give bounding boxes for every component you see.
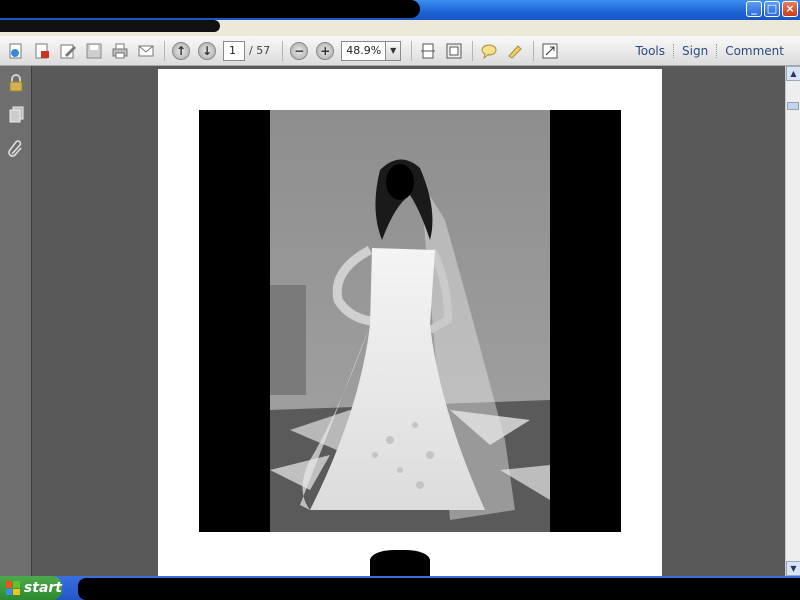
taskbar: start xyxy=(0,576,800,600)
print-icon[interactable] xyxy=(110,41,130,61)
sign-link[interactable]: Sign xyxy=(673,44,716,58)
page-count: 57 xyxy=(256,44,271,57)
email-icon[interactable] xyxy=(136,41,156,61)
toolbar-links: Tools Sign Comment xyxy=(627,36,792,66)
scroll-thumb[interactable] xyxy=(787,102,799,110)
page-number-input[interactable]: 1 xyxy=(223,40,245,61)
windows-flag-icon xyxy=(6,581,20,595)
next-page-icon[interactable]: ↓ xyxy=(197,41,217,61)
create-pdf-icon[interactable] xyxy=(6,41,26,61)
chevron-down-icon[interactable]: ▼ xyxy=(385,40,402,61)
fit-width-icon[interactable] xyxy=(444,41,464,61)
maximize-button[interactable]: □ xyxy=(764,1,780,17)
bridal-gown-photo xyxy=(270,110,550,532)
toolbar: ↑ ↓ 1 / 57 − + 48.9% ▼ Tools Sign Commen… xyxy=(0,36,800,66)
start-label: start xyxy=(23,580,62,596)
save-icon[interactable] xyxy=(84,41,104,61)
toolbar-separator xyxy=(472,40,474,61)
fullscreen-icon[interactable] xyxy=(540,41,560,61)
zoom-input[interactable]: 48.9% xyxy=(341,40,386,61)
fit-page-icon[interactable] xyxy=(418,41,438,61)
toolbar-separator xyxy=(164,40,165,61)
prev-page-icon[interactable]: ↑ xyxy=(171,41,191,61)
redacted-title xyxy=(0,0,420,18)
navigation-panel xyxy=(0,66,32,576)
title-bar: _ □ × xyxy=(0,0,800,20)
zoom-out-icon[interactable]: − xyxy=(289,41,309,61)
tools-link[interactable]: Tools xyxy=(627,44,673,58)
toolbar-separator xyxy=(533,40,535,61)
window-controls: _ □ × xyxy=(746,1,798,17)
vertical-scrollbar[interactable]: ▲ ▼ xyxy=(785,66,800,576)
convert-icon[interactable] xyxy=(32,41,52,61)
comment-link[interactable]: Comment xyxy=(716,44,792,58)
close-button[interactable]: × xyxy=(782,1,798,17)
toolbar-separator xyxy=(282,40,284,61)
start-button[interactable]: start xyxy=(0,576,62,600)
zoom-in-icon[interactable]: + xyxy=(315,41,335,61)
attachment-icon[interactable] xyxy=(6,140,26,160)
scroll-up-button[interactable]: ▲ xyxy=(786,66,800,81)
edit-icon[interactable] xyxy=(58,41,78,61)
page-total: / 57 xyxy=(249,44,270,57)
minimize-button[interactable]: _ xyxy=(746,1,762,17)
highlight-icon[interactable] xyxy=(505,41,525,61)
lock-icon[interactable] xyxy=(6,74,26,94)
pages-icon[interactable] xyxy=(6,106,26,126)
scroll-down-button[interactable]: ▼ xyxy=(786,561,800,576)
zoom-select[interactable]: 48.9% ▼ xyxy=(341,40,402,61)
document-viewport[interactable] xyxy=(33,66,785,576)
page-separator: / xyxy=(249,44,253,57)
redacted-menu xyxy=(0,20,220,32)
photo-frame xyxy=(199,110,621,532)
redacted-taskbar xyxy=(78,578,800,600)
comment-icon[interactable] xyxy=(479,41,499,61)
pdf-page xyxy=(158,69,662,576)
toolbar-separator xyxy=(411,40,413,61)
redacted-caption xyxy=(370,550,430,576)
